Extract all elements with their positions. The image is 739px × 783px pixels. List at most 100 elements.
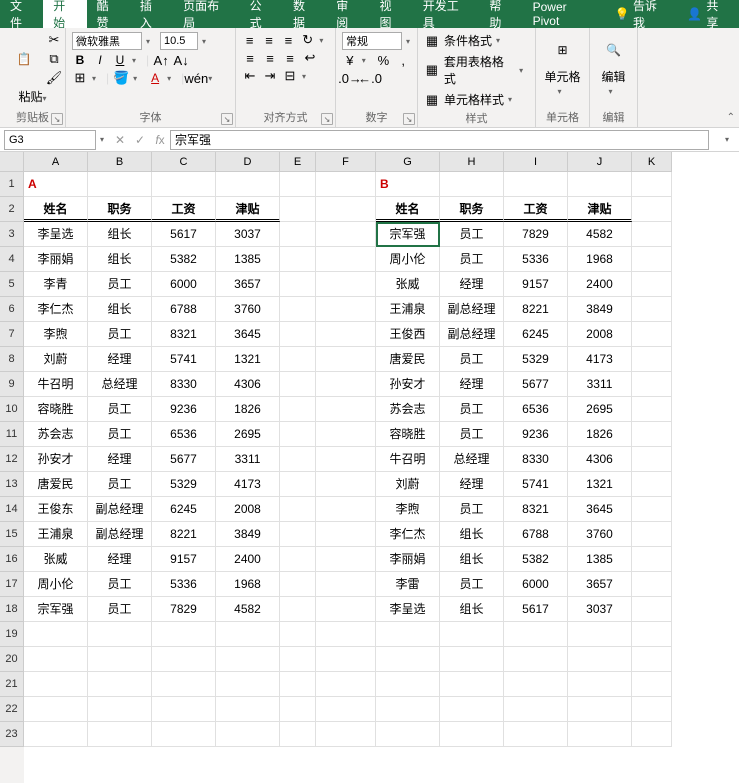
comma-icon[interactable]: , xyxy=(395,52,411,68)
cell[interactable]: 4306 xyxy=(216,372,280,397)
cell[interactable]: 1385 xyxy=(216,247,280,272)
cell[interactable] xyxy=(504,622,568,647)
row-header-3[interactable]: 3 xyxy=(0,222,24,247)
cell[interactable] xyxy=(632,272,672,297)
cell[interactable] xyxy=(280,622,316,647)
cell[interactable]: 张威 xyxy=(376,272,440,297)
align-bottom-icon[interactable]: ≡ xyxy=(281,32,296,48)
cell[interactable] xyxy=(316,522,376,547)
row-header-20[interactable]: 20 xyxy=(0,647,24,672)
cell[interactable] xyxy=(280,172,316,197)
cell[interactable]: 9157 xyxy=(504,272,568,297)
cell[interactable] xyxy=(280,597,316,622)
cell[interactable] xyxy=(632,572,672,597)
cell[interactable] xyxy=(376,722,440,747)
cell[interactable] xyxy=(316,422,376,447)
cell[interactable]: 工资 xyxy=(504,197,568,222)
cell[interactable] xyxy=(216,647,280,672)
row-header-23[interactable]: 23 xyxy=(0,722,24,747)
row-header-15[interactable]: 15 xyxy=(0,522,24,547)
row-header-7[interactable]: 7 xyxy=(0,322,24,347)
cell[interactable] xyxy=(24,697,88,722)
row-header-12[interactable]: 12 xyxy=(0,447,24,472)
cell[interactable]: 9236 xyxy=(152,397,216,422)
cell[interactable]: 周小伦 xyxy=(24,572,88,597)
cells-format-button[interactable]: ⊞单元格▾ xyxy=(542,32,583,98)
tab-view[interactable]: 视图 xyxy=(370,0,413,28)
cell[interactable] xyxy=(316,222,376,247)
cell[interactable] xyxy=(632,472,672,497)
cell[interactable] xyxy=(280,322,316,347)
row-header-21[interactable]: 21 xyxy=(0,672,24,697)
cell[interactable]: 组长 xyxy=(88,247,152,272)
cell[interactable]: 姓名 xyxy=(376,197,440,222)
cell[interactable] xyxy=(504,672,568,697)
cell[interactable] xyxy=(632,597,672,622)
cell[interactable] xyxy=(316,722,376,747)
cell[interactable]: 副总经理 xyxy=(88,522,152,547)
collapse-ribbon-icon[interactable]: ⌃ xyxy=(727,112,735,123)
cell[interactable]: 唐爱民 xyxy=(376,347,440,372)
tab-tellme[interactable]: 💡 告诉我 xyxy=(605,0,678,28)
cell[interactable]: 6788 xyxy=(152,297,216,322)
cell[interactable] xyxy=(88,672,152,697)
row-header-10[interactable]: 10 xyxy=(0,397,24,422)
copy-icon[interactable]: ⧉ xyxy=(46,51,62,67)
cell[interactable] xyxy=(316,372,376,397)
cell[interactable] xyxy=(280,447,316,472)
cell[interactable]: 总经理 xyxy=(88,372,152,397)
cell[interactable] xyxy=(632,172,672,197)
tab-review[interactable]: 审阅 xyxy=(326,0,369,28)
row-header-4[interactable]: 4 xyxy=(0,247,24,272)
cell[interactable] xyxy=(632,397,672,422)
row-header-5[interactable]: 5 xyxy=(0,272,24,297)
number-launcher[interactable]: ↘ xyxy=(403,113,415,125)
cell[interactable] xyxy=(440,697,504,722)
cell[interactable]: 工资 xyxy=(152,197,216,222)
phonetic-button[interactable]: wén xyxy=(188,70,204,86)
cell[interactable]: 5741 xyxy=(504,472,568,497)
paste-button[interactable]: 📋 xyxy=(6,41,42,77)
cell[interactable] xyxy=(316,447,376,472)
cell[interactable] xyxy=(316,697,376,722)
cell[interactable]: 员工 xyxy=(440,347,504,372)
cell[interactable] xyxy=(504,647,568,672)
currency-icon[interactable]: ¥ xyxy=(342,52,358,68)
cell[interactable]: 李丽娟 xyxy=(24,247,88,272)
cell[interactable] xyxy=(316,347,376,372)
grow-font-button[interactable]: A↑ xyxy=(153,52,169,68)
cell[interactable] xyxy=(280,222,316,247)
cell[interactable] xyxy=(280,272,316,297)
cell[interactable] xyxy=(316,572,376,597)
cell[interactable] xyxy=(216,672,280,697)
cell[interactable]: 总经理 xyxy=(440,447,504,472)
cell[interactable]: B xyxy=(376,172,440,197)
cell[interactable]: 6245 xyxy=(152,497,216,522)
cell[interactable] xyxy=(632,497,672,522)
cell[interactable] xyxy=(280,422,316,447)
row-header-8[interactable]: 8 xyxy=(0,347,24,372)
cell[interactable]: 5617 xyxy=(504,597,568,622)
row-header-16[interactable]: 16 xyxy=(0,547,24,572)
cell[interactable]: 8221 xyxy=(504,297,568,322)
cell[interactable]: 5677 xyxy=(504,372,568,397)
cell[interactable]: 8321 xyxy=(504,497,568,522)
cell[interactable]: 1968 xyxy=(216,572,280,597)
cell[interactable]: 李煦 xyxy=(24,322,88,347)
cell[interactable] xyxy=(316,297,376,322)
cell[interactable] xyxy=(632,672,672,697)
cell[interactable]: 5336 xyxy=(152,572,216,597)
cell[interactable]: 8321 xyxy=(152,322,216,347)
cell[interactable] xyxy=(632,647,672,672)
cell[interactable] xyxy=(632,722,672,747)
orientation-icon[interactable]: ↻ xyxy=(300,32,315,48)
grid[interactable]: ABCDEFGHIJK AB姓名职务工资津贴姓名职务工资津贴李呈选组长56173… xyxy=(24,152,739,783)
formula-input[interactable] xyxy=(170,130,709,150)
cell[interactable] xyxy=(440,622,504,647)
cell[interactable]: 7829 xyxy=(152,597,216,622)
cell[interactable] xyxy=(632,422,672,447)
cell[interactable]: 5329 xyxy=(504,347,568,372)
cell[interactable]: 经理 xyxy=(88,347,152,372)
cell[interactable] xyxy=(568,622,632,647)
cell[interactable]: 员工 xyxy=(88,397,152,422)
